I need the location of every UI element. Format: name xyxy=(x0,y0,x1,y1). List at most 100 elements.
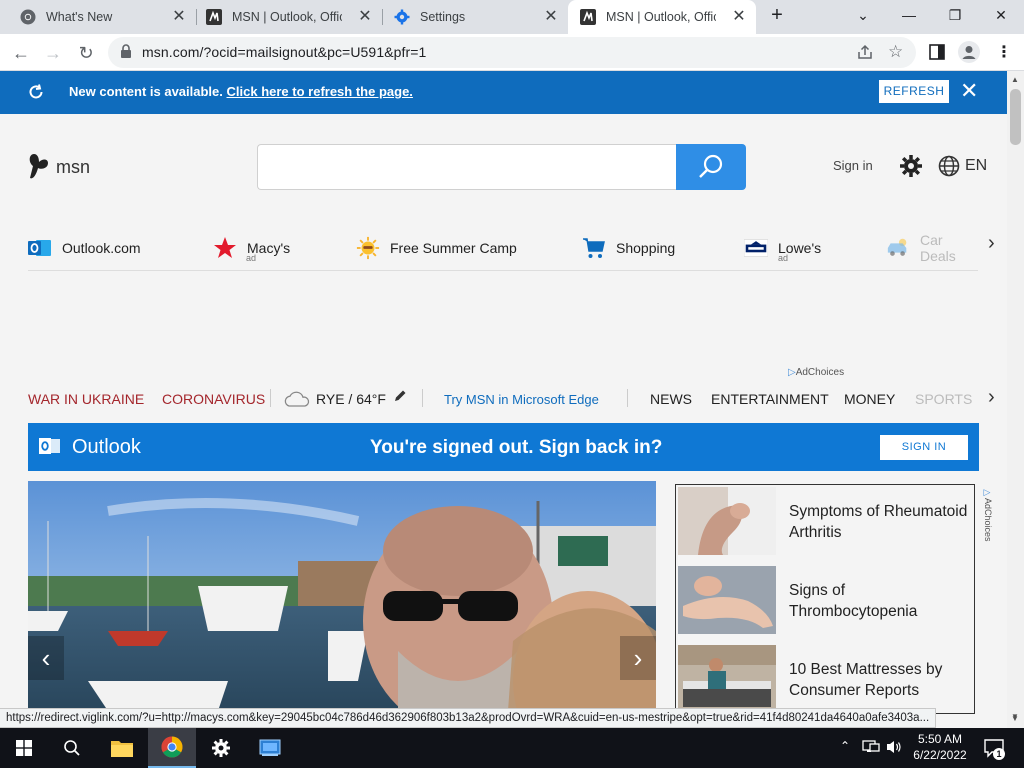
carousel-prev-arrow-icon[interactable]: ‹ xyxy=(28,636,64,680)
quicklinks-next-arrow-icon[interactable]: › xyxy=(988,232,995,255)
tab-title: MSN | Outlook, Office, xyxy=(232,10,342,24)
taskbar-clock[interactable]: 5:50 AM 6/22/2022 xyxy=(903,731,977,763)
scroll-thumb[interactable] xyxy=(1010,89,1021,145)
quicklink-car-deals[interactable]: Car Deals xyxy=(886,232,981,264)
nav-news[interactable]: NEWS xyxy=(650,391,692,407)
ad-item-rheumatoid[interactable]: Symptoms of Rheumatoid Arthritis xyxy=(678,487,974,557)
close-banner-icon[interactable]: ✕ xyxy=(960,80,978,102)
refresh-banner: New content is available. Click here to … xyxy=(0,71,1007,114)
side-panel-icon[interactable] xyxy=(929,44,945,65)
ad-item-thrombocytopenia[interactable]: Signs of Thrombocytopenia xyxy=(678,566,974,636)
gear-icon xyxy=(394,9,410,25)
adchoices-icon: ▷ xyxy=(788,367,796,378)
forward-button[interactable]: → xyxy=(40,40,66,66)
share-icon[interactable] xyxy=(856,43,874,66)
topics-next-arrow-icon[interactable]: › xyxy=(988,386,995,409)
bookmark-star-icon[interactable]: ☆ xyxy=(888,42,903,62)
quicklink-shopping[interactable]: Shopping xyxy=(582,232,675,264)
refresh-icon xyxy=(27,83,45,106)
refresh-button[interactable]: REFRESH xyxy=(879,80,949,103)
edit-pencil-icon[interactable] xyxy=(393,389,407,408)
ad-thumbnail xyxy=(678,487,776,555)
tab-msn-active[interactable]: MSN | Outlook, Office, ✕ xyxy=(568,0,756,34)
ad-item-mattresses[interactable]: 10 Best Mattresses by Consumer Reports xyxy=(678,645,974,713)
msn-logo[interactable]: msn xyxy=(28,152,90,182)
weather-link[interactable]: RYE / 64°F xyxy=(316,391,386,407)
topic-divider xyxy=(422,389,423,407)
adchoices-link[interactable]: ▷AdChoices xyxy=(788,367,844,378)
taskbar-app[interactable] xyxy=(246,728,294,768)
quicklink-macys[interactable]: Macy's ad xyxy=(213,232,290,264)
reload-button[interactable]: ↻ xyxy=(73,40,99,66)
topic-divider xyxy=(627,389,628,407)
quicklink-summer-camp[interactable]: Free Summer Camp xyxy=(356,232,517,264)
search-icon xyxy=(64,740,80,756)
close-tab-icon[interactable]: ✕ xyxy=(542,8,560,26)
close-tab-icon[interactable]: ✕ xyxy=(730,8,748,26)
minimize-button[interactable]: — xyxy=(886,0,932,30)
tab-settings[interactable]: Settings ✕ xyxy=(374,0,568,34)
refresh-message: New content is available. Click here to … xyxy=(69,84,413,99)
outlook-sign-in-button[interactable]: SIGN IN xyxy=(880,435,968,460)
sun-icon xyxy=(356,236,380,260)
language-selector[interactable]: EN xyxy=(965,157,987,175)
outlook-icon xyxy=(28,236,52,260)
back-button[interactable]: ← xyxy=(8,40,34,66)
settings-gear-icon[interactable] xyxy=(899,154,923,183)
windows-logo-icon xyxy=(16,740,32,756)
quicklink-label: Free Summer Camp xyxy=(390,240,517,256)
topic-coronavirus[interactable]: CORONAVIRUS xyxy=(162,391,265,407)
quicklink-outlook[interactable]: Outlook.com xyxy=(28,232,141,264)
refresh-link[interactable]: Click here to refresh the page. xyxy=(227,84,413,99)
topic-divider xyxy=(270,389,271,407)
carousel-next-arrow-icon[interactable]: › xyxy=(620,636,656,680)
adchoices-side-link[interactable]: ▷AdChoices xyxy=(983,488,993,542)
quicklink-lowes[interactable]: Lowe's ad xyxy=(744,232,821,264)
taskbar-file-explorer[interactable] xyxy=(98,728,146,768)
tab-title: MSN | Outlook, Office, xyxy=(606,10,716,24)
nav-entertainment[interactable]: ENTERTAINMENT xyxy=(711,391,829,407)
search-button[interactable] xyxy=(676,144,746,190)
try-msn-edge-link[interactable]: Try MSN in Microsoft Edge xyxy=(444,392,599,407)
tab-msn[interactable]: MSN | Outlook, Office, ✕ xyxy=(186,0,382,34)
sign-in-link[interactable]: Sign in xyxy=(833,158,873,173)
quicklink-label: Outlook.com xyxy=(62,240,141,256)
menu-kebab-icon[interactable]: ⋮ xyxy=(996,42,1012,62)
tab-title: Settings xyxy=(420,10,466,24)
msn-icon xyxy=(206,9,222,25)
sponsored-ad-panel: Symptoms of Rheumatoid Arthritis Signs o… xyxy=(675,484,975,714)
hero-carousel-image[interactable] xyxy=(28,481,656,711)
url-text: msn.com/?ocid=mailsignout&pc=U591&pfr=1 xyxy=(142,44,427,60)
tab-search-icon[interactable]: ⌄ xyxy=(840,0,886,30)
clock-date: 6/22/2022 xyxy=(913,748,967,762)
show-hidden-icons-icon[interactable]: ⌃ xyxy=(840,739,850,753)
profile-avatar-icon[interactable] xyxy=(958,41,980,68)
taskbar-chrome[interactable] xyxy=(148,728,196,768)
nav-money[interactable]: MONEY xyxy=(844,391,895,407)
scroll-down-arrow-icon[interactable]: ▼ xyxy=(1011,712,1019,721)
volume-icon[interactable] xyxy=(886,739,902,760)
ad-headline: Symptoms of Rheumatoid Arthritis xyxy=(789,503,968,541)
taskbar-settings[interactable] xyxy=(197,728,245,768)
close-window-button[interactable]: ✕ xyxy=(978,0,1024,30)
outlook-icon xyxy=(39,436,61,461)
lock-icon[interactable] xyxy=(120,44,132,63)
network-icon[interactable] xyxy=(862,739,880,760)
page-scrollbar[interactable]: ▲ ▼ xyxy=(1007,71,1024,728)
lowes-icon xyxy=(744,236,768,260)
app-window-icon xyxy=(259,739,281,756)
globe-icon[interactable] xyxy=(938,155,960,182)
msn-icon xyxy=(580,9,596,25)
start-button[interactable] xyxy=(0,728,48,768)
topic-war-in-ukraine[interactable]: WAR IN UKRAINE xyxy=(28,391,144,407)
new-tab-button[interactable]: + xyxy=(760,0,794,30)
restore-button[interactable]: ❐ xyxy=(932,0,978,30)
address-bar[interactable]: msn.com/?ocid=mailsignout&pc=U591&pfr=1 … xyxy=(108,37,916,68)
taskbar-search-button[interactable] xyxy=(48,728,96,768)
tab-whats-new[interactable]: What's New ✕ xyxy=(0,0,196,34)
search-input[interactable] xyxy=(257,144,677,190)
scroll-up-arrow-icon[interactable]: ▲ xyxy=(1011,75,1019,84)
adchoices-icon: ▷ xyxy=(983,488,993,498)
close-tab-icon[interactable]: ✕ xyxy=(356,8,374,26)
nav-sports[interactable]: SPORTS xyxy=(915,391,972,407)
